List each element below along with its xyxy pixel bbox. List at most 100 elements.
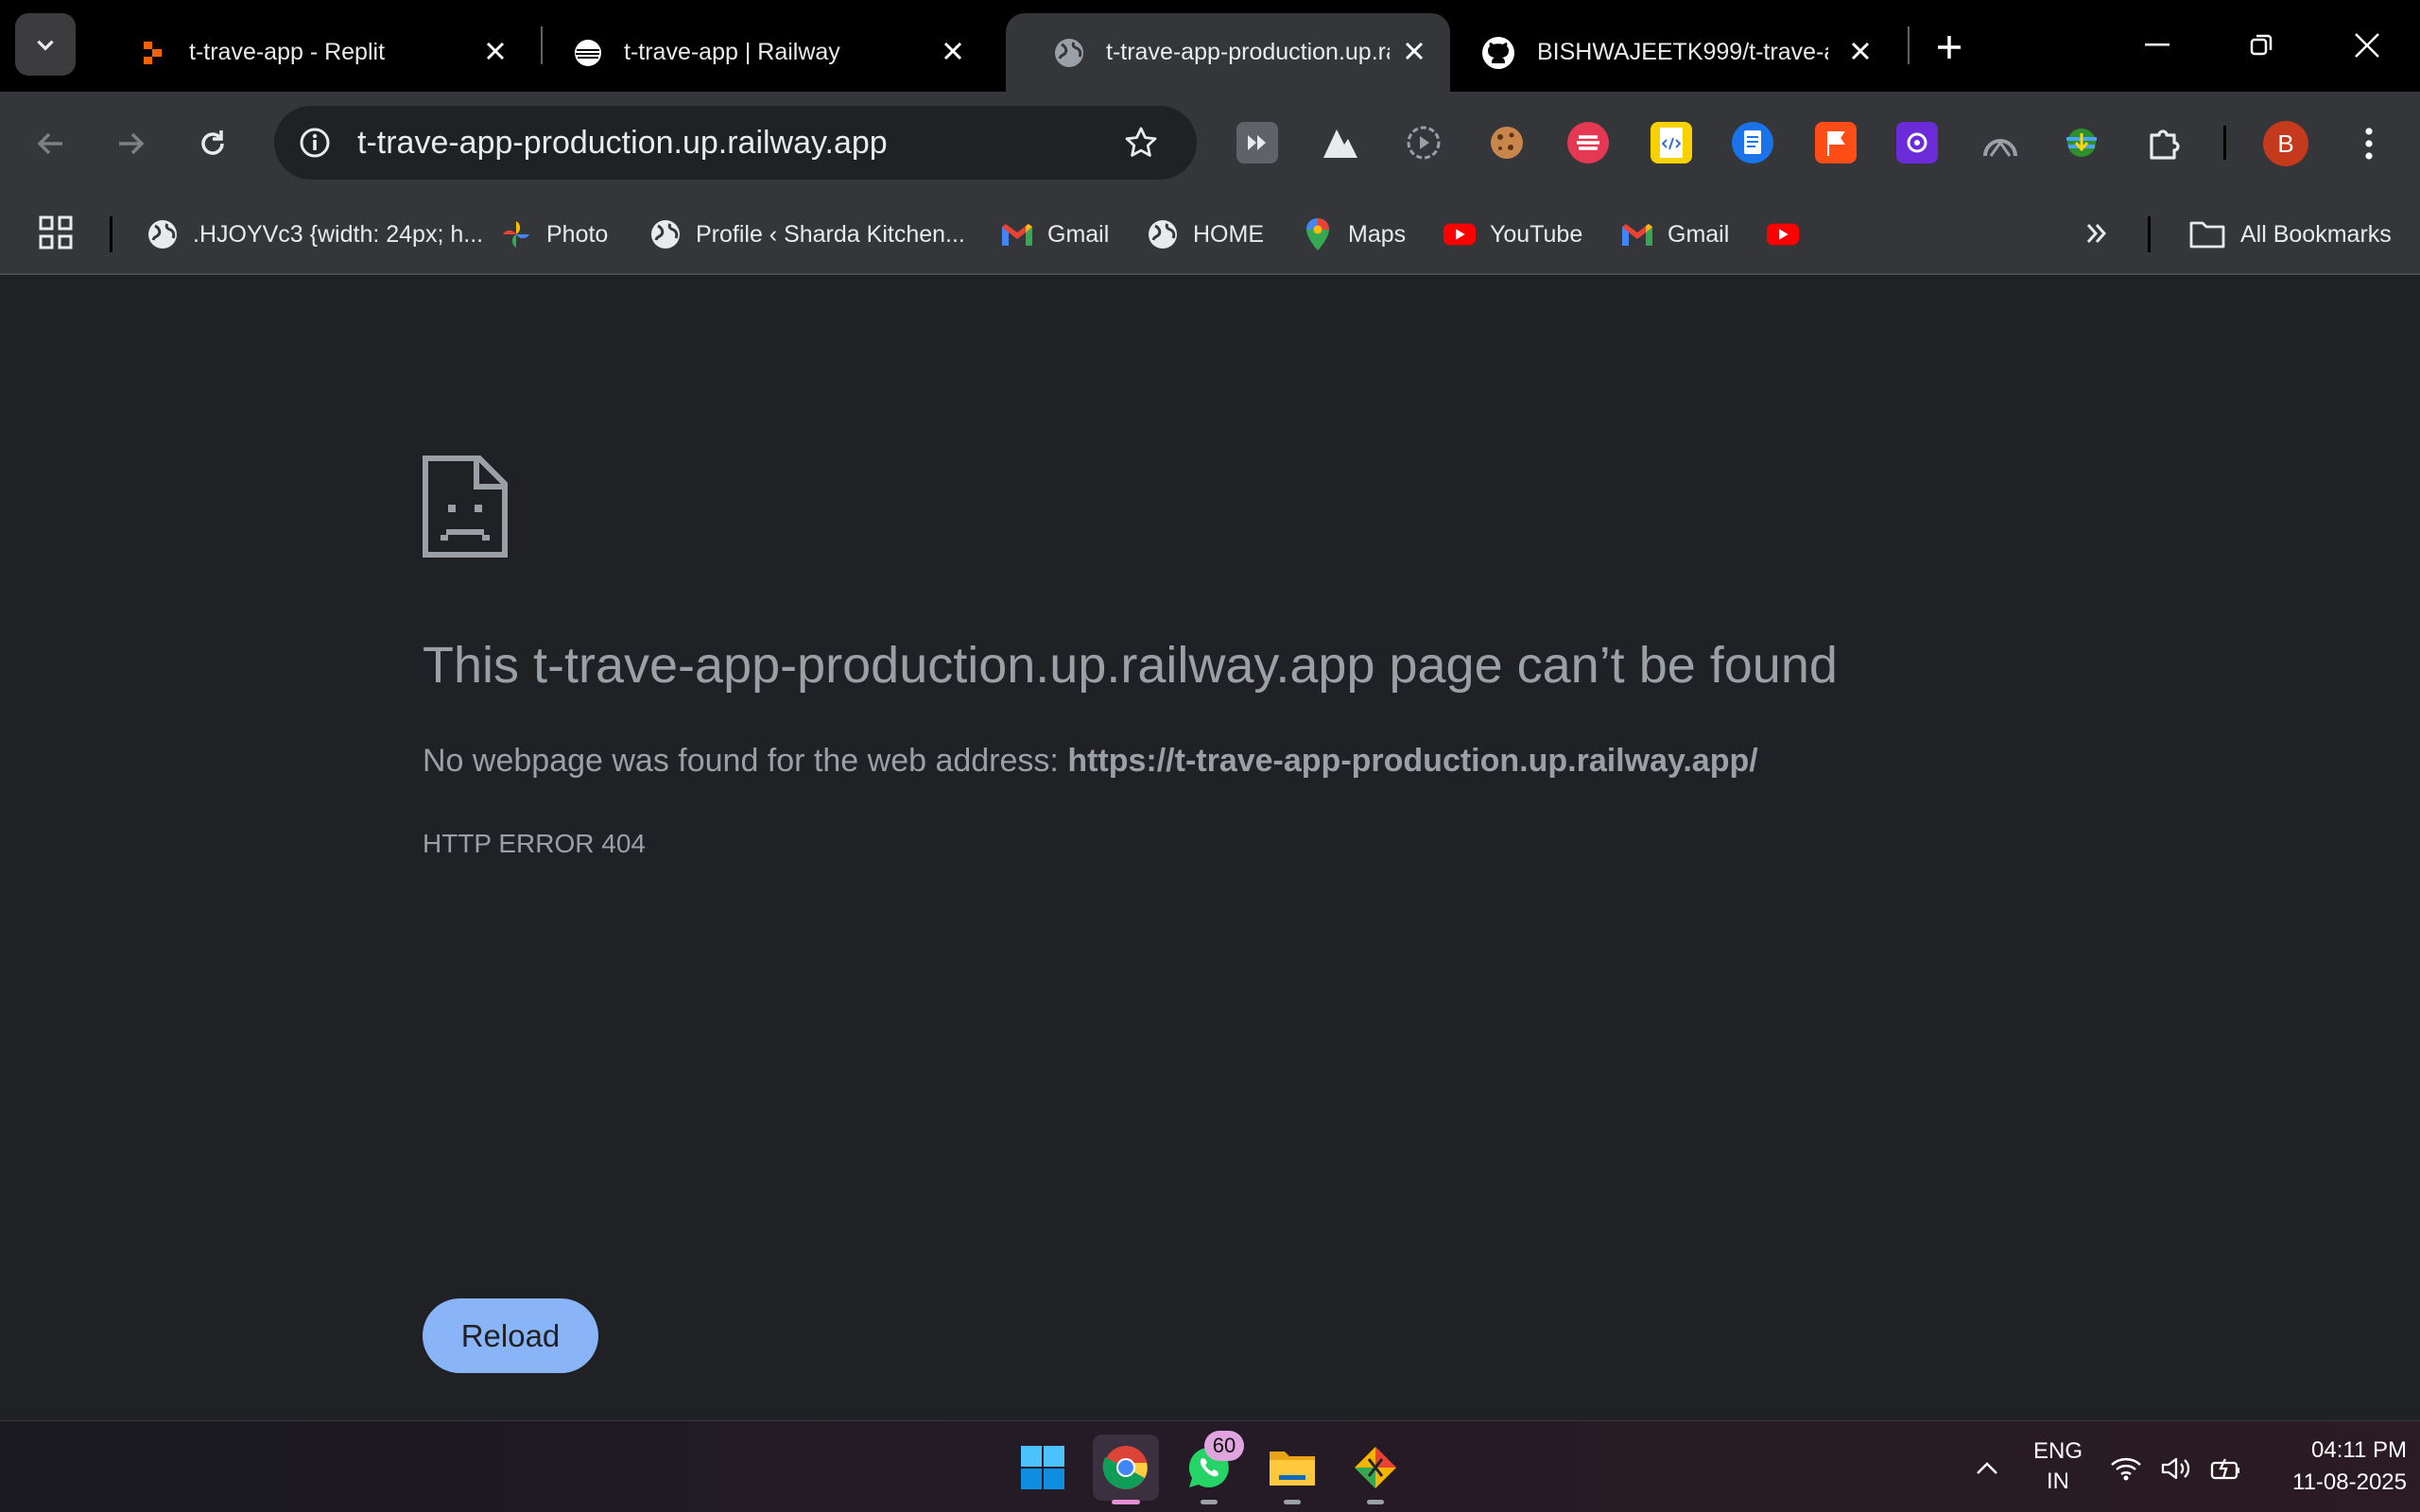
error-description: No webpage was found for the web address… [423, 743, 1758, 780]
reload-button[interactable]: Reload [423, 1298, 598, 1373]
tab-search-button[interactable] [15, 13, 76, 76]
more-vertical-icon [2365, 128, 2373, 160]
tab-active-page[interactable]: t-trave-app-production.up.railway.app [1006, 13, 1450, 92]
tab-replit[interactable]: t-trave-app - Replit [87, 13, 531, 92]
bookmarks-bar: .HJOYVc3 {width: 24px; h... Photo Profil… [0, 194, 2420, 275]
github-icon [1482, 36, 1514, 69]
url-text[interactable]: t-trave-app-production.up.railway.app [357, 106, 888, 180]
chevron-up-icon [1977, 1462, 1997, 1474]
extension-screen-recorder-icon[interactable] [1403, 122, 1444, 163]
tab-title: BISHWAJEETK999/t-trave-app [1537, 39, 1828, 65]
close-window-button[interactable] [2327, 19, 2407, 72]
bookmarks-divider [2148, 216, 2151, 252]
extension-arc-icon[interactable] [1979, 122, 2021, 163]
chrome-icon [1102, 1446, 1148, 1489]
start-button[interactable] [1010, 1435, 1076, 1501]
minimize-icon [2145, 43, 2169, 46]
extension-download-manager-icon[interactable] [2061, 122, 2102, 163]
clock[interactable]: 04:11 PM 11-08-2025 [2252, 1435, 2407, 1499]
bookmark-item[interactable]: Gmail [1620, 211, 1729, 258]
extensions-puzzle-icon[interactable] [2144, 122, 2186, 163]
address-bar[interactable]: t-trave-app-production.up.railway.app [274, 106, 1197, 180]
close-icon [2355, 33, 2379, 58]
globe-icon [148, 220, 177, 249]
taskbar-chrome[interactable] [1093, 1435, 1159, 1504]
replit-icon [144, 41, 162, 64]
sad-page-icon [423, 455, 508, 558]
close-tab-button[interactable] [476, 32, 514, 70]
extension-docs-icon[interactable] [1732, 122, 1773, 163]
running-indicator [1367, 1500, 1384, 1504]
extension-cookie-icon[interactable] [1486, 122, 1528, 163]
language-code: ENG [2032, 1438, 2083, 1464]
extension-stack-icon[interactable] [1567, 122, 1609, 163]
bookmark-item[interactable]: Gmail [1000, 211, 1109, 258]
taskbar: 60 ENG IN 04:11 PM 11-08-2025 [0, 1420, 2420, 1512]
bookmark-label: YouTube [1490, 220, 1583, 248]
tab-railway[interactable]: t-trave-app | Railway [544, 13, 989, 92]
taskbar-whatsapp[interactable]: 60 [1176, 1431, 1244, 1504]
railway-icon [575, 39, 601, 66]
new-tab-button[interactable] [1928, 26, 1970, 68]
clock-date: 11-08-2025 [2292, 1469, 2407, 1495]
arrow-right-icon [119, 132, 145, 155]
bookmark-label: HOME [1193, 220, 1264, 248]
bookmark-item[interactable]: Maps [1301, 211, 1406, 258]
all-bookmarks-button[interactable]: All Bookmarks [2187, 211, 2392, 258]
apps-button[interactable] [38, 215, 79, 256]
bookmarks-divider [110, 216, 112, 252]
taskbar-file-explorer[interactable] [1259, 1435, 1325, 1504]
site-info-button[interactable] [291, 119, 338, 166]
tab-github[interactable]: BISHWAJEETK999/t-trave-app [1452, 13, 1896, 92]
show-hidden-icons-button[interactable] [1968, 1450, 2006, 1487]
extension-flag-icon[interactable] [1815, 122, 1857, 163]
tab-strip: t-trave-app - Replit t-trave-app | Railw… [0, 0, 2420, 92]
bookmark-star-button[interactable] [1117, 119, 1165, 166]
forward-button[interactable] [108, 120, 155, 167]
arrow-left-icon [37, 132, 62, 155]
extension-mountain-icon[interactable] [1320, 122, 1361, 163]
globe-icon [1149, 220, 1177, 249]
menu-button[interactable] [2352, 120, 2386, 167]
bookmark-item[interactable]: Profile ‹ Sharda Kitchen... [648, 211, 965, 258]
bookmark-label: Gmail [1668, 220, 1730, 248]
double-chevron-right-icon [2086, 224, 2107, 243]
reload-toolbar-button[interactable] [189, 120, 236, 167]
language-indicator[interactable]: ENG IN [2025, 1436, 2091, 1497]
close-tab-button[interactable] [1841, 32, 1879, 70]
info-icon [300, 128, 330, 158]
close-tab-button[interactable] [1395, 32, 1433, 70]
bookmark-item[interactable]: YouTube [1443, 211, 1582, 258]
bookmark-label: Gmail [1047, 220, 1110, 248]
back-button[interactable] [26, 120, 74, 167]
close-icon [1851, 42, 1870, 60]
bookmark-item[interactable]: .HJOYVc3 {width: 24px; h... [146, 211, 483, 258]
extension-settings-icon[interactable] [1896, 122, 1938, 163]
region-code: IN [2047, 1469, 2069, 1494]
close-tab-button[interactable] [934, 32, 972, 70]
restore-button[interactable] [2221, 19, 2301, 72]
bookmark-item[interactable] [1766, 211, 1813, 258]
more-bookmarks-button[interactable] [2078, 215, 2116, 252]
minimize-button[interactable] [2118, 19, 2197, 72]
tab-title: t-trave-app | Railway [624, 39, 840, 65]
profile-initial: B [2277, 129, 2294, 158]
gmail-icon [1622, 224, 1652, 246]
extension-video-speed-icon[interactable] [1236, 122, 1278, 163]
error-description-text: No webpage was found for the web address… [423, 743, 1068, 779]
system-tray-status[interactable] [2110, 1450, 2242, 1487]
reload-icon [201, 130, 224, 155]
profile-avatar[interactable]: B [2263, 121, 2308, 166]
chevron-down-icon [37, 40, 54, 51]
restore-icon [2250, 34, 2273, 56]
close-icon [943, 42, 962, 60]
bookmark-item[interactable]: Photo [499, 211, 608, 258]
bookmark-item[interactable]: HOME [1146, 211, 1264, 258]
taskbar-snipping-tool[interactable] [1342, 1435, 1409, 1504]
volume-icon [2161, 1457, 2190, 1480]
error-title: This t-trave-app-production.up.railway.a… [423, 637, 1838, 694]
bookmark-label: Maps [1348, 220, 1407, 248]
extension-code-icon[interactable] [1651, 122, 1692, 163]
bookmark-label: .HJOYVc3 {width: 24px; h... [193, 220, 484, 248]
battery-charging-icon [2210, 1458, 2239, 1480]
